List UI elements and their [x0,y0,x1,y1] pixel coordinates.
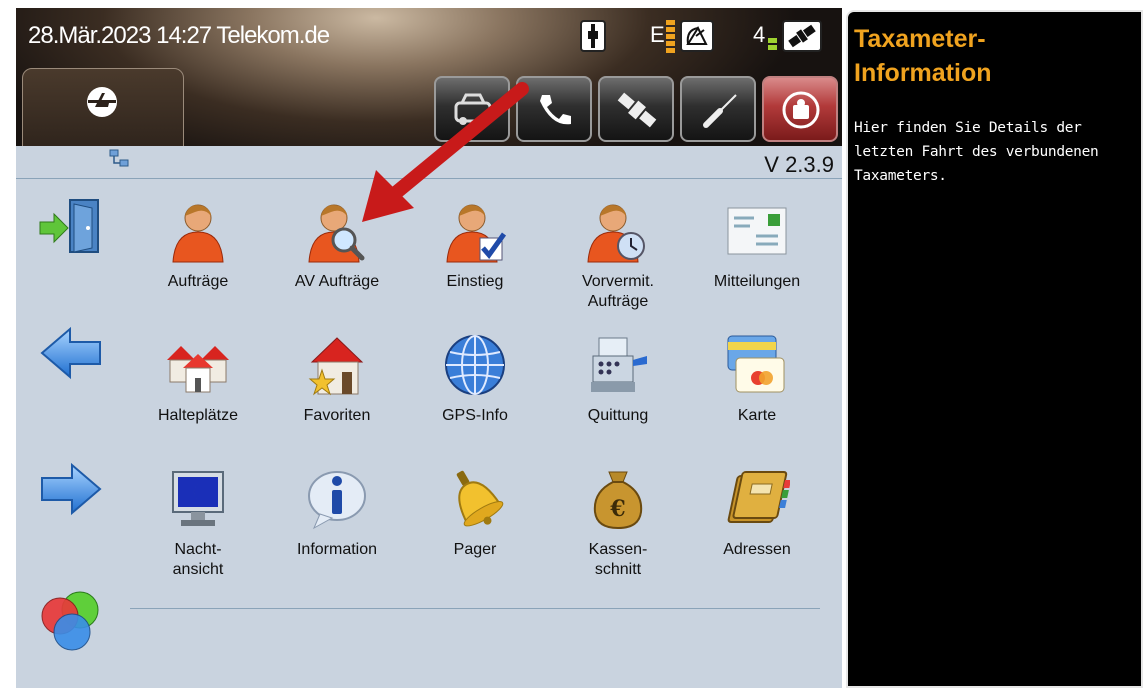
logout-button[interactable] [38,196,104,260]
info-bubble-icon [304,466,370,532]
taxi-logo-icon [87,87,117,117]
gps-signal-icon [768,38,780,54]
cash-register-icon [585,332,651,398]
grid-item-pager[interactable]: Pager [410,466,540,560]
grid-item-auftraege[interactable]: Aufträge [133,198,263,292]
status-bar: 28.Mär.2023 14:27 Telekom.de E 4 [16,8,842,146]
grid-item-adressen[interactable]: Adressen [692,466,822,560]
exit-door-icon [39,199,99,253]
connector-icon [580,20,606,52]
color-circles-icon [41,591,99,651]
tools-button[interactable] [680,76,756,142]
info-body: Hier finden Sie Details der letzten Fahr… [854,120,1099,184]
grid-label: Nacht- ansicht [172,541,224,578]
person-clock-icon [585,198,651,264]
screwdriver-icon [703,94,737,128]
info-title: Taxameter- Information [854,25,992,87]
phone-icon [540,95,571,125]
grid-item-vorvermit-auftraege[interactable]: Vorvermit. Aufträge [553,198,683,312]
grid-item-gps-info[interactable]: GPS-Info [410,332,540,426]
grid-item-einstieg[interactable]: Einstieg [410,198,540,292]
datetime: 28.Mär.2023 14:27 [28,22,212,49]
grid-label: GPS-Info [442,407,508,424]
taxi-button[interactable] [434,76,510,142]
house-star-icon [304,332,370,398]
grid-item-mitteilungen[interactable]: Mitteilungen [692,198,822,292]
person-icon [165,198,231,264]
person-check-icon [442,198,508,264]
grid-label: Adressen [723,541,791,558]
houses-icon [165,332,231,398]
sos-icon [782,91,820,129]
grid-label: Favoriten [303,407,371,424]
color-theme-button[interactable] [36,586,106,660]
home-tab[interactable] [22,68,184,146]
satellite-count: 4 [753,22,766,47]
globe-icon [442,332,508,398]
datetime-carrier: 28.Mär.2023 14:27 Telekom.de [28,22,330,50]
grid-label: AV Aufträge [294,273,380,290]
grid-item-av-auftraege[interactable]: AV Aufträge [272,198,402,292]
carrier: Telekom.de [216,22,330,49]
info-panel: Taxameter- Information Hier finden Sie D… [846,10,1143,688]
grid-label: Aufträge [167,273,229,290]
grid-label: Information [296,541,378,558]
address-book-icon [724,466,792,532]
satellite-button[interactable] [598,76,674,142]
satellite-icon [617,92,657,128]
grid-label: Einstieg [446,273,504,290]
screen: 28.Mär.2023 14:27 Telekom.de E 4 V 2.3.9… [0,0,1143,688]
network-signal-icon [666,20,678,54]
grid-label: Karte [737,407,777,424]
grid-label: Vorvermit. Aufträge [581,273,654,310]
grid-item-information[interactable]: Information [272,466,402,560]
grid-label: Kassen- schnitt [588,541,648,578]
arrow-left-icon [40,326,101,380]
bottom-divider [130,608,820,609]
grid-item-quittung[interactable]: Quittung [553,332,683,426]
grid-label: Mitteilungen [713,273,801,290]
grid-label: Pager [453,541,497,558]
satellite-dish-icon [680,20,714,52]
bell-icon [442,466,508,532]
night-monitor-icon [165,466,231,532]
person-search-icon [304,198,370,264]
previous-page-button[interactable] [38,326,104,384]
taxi-icon [454,93,492,125]
emergency-button[interactable] [762,76,838,142]
svg-text:€: € [609,496,625,522]
message-icon [724,198,790,264]
top-divider [16,178,842,179]
money-bag-icon: € [585,466,651,532]
version-label: V 2.3.9 [764,152,834,177]
main-menu: V 2.3.9 Aufträge AV Aufträge Einstieg Vo… [16,146,842,688]
grid-item-karte[interactable]: Karte [692,332,822,426]
gps-satellite-icon [782,20,822,52]
grid-label: Halteplätze [157,407,239,424]
arrow-right-icon [41,462,102,516]
network-letter: E [650,22,665,47]
next-page-button[interactable] [38,462,104,520]
card-icon [724,332,790,398]
grid-item-kassenschnitt[interactable]: € Kassen- schnitt [553,466,683,580]
grid-item-halteplaetze[interactable]: Halteplätze [133,332,263,426]
grid-label: Quittung [587,407,649,424]
network-icon [109,149,129,167]
grid-item-nachtansicht[interactable]: Nacht- ansicht [133,466,263,580]
phone-button[interactable] [516,76,592,142]
grid-item-favoriten[interactable]: Favoriten [272,332,402,426]
